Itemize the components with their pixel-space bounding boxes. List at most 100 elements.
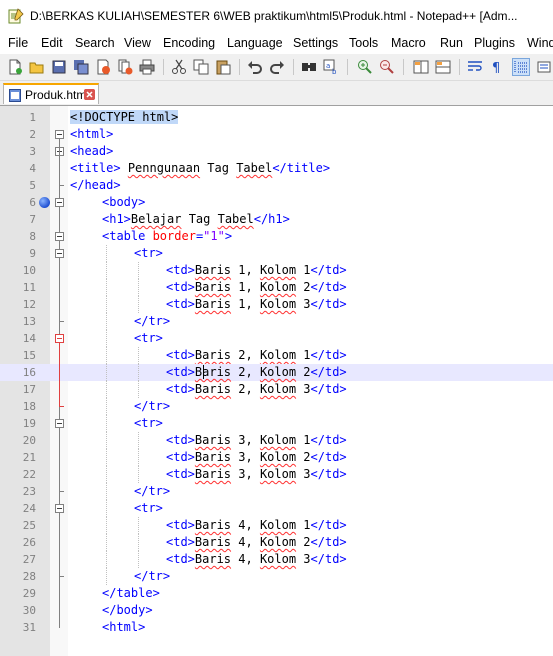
open-file-icon[interactable] <box>28 58 46 76</box>
code-line[interactable]: 20 <td>Baris 3, Kolom 1</td> <box>0 432 553 449</box>
code-line[interactable]: 24 <tr> <box>0 500 553 517</box>
line-number: 29 <box>22 587 36 600</box>
code-line[interactable]: 1 <!DOCTYPE html> <box>0 109 553 126</box>
tab-produk-html[interactable]: Produk.html <box>3 83 99 104</box>
code-line[interactable]: 15 <td>Baris 2, Kolom 1</td> <box>0 347 553 364</box>
code-line[interactable]: 31 <html> <box>0 619 553 636</box>
token-tag: <table <box>102 229 153 243</box>
code-editor[interactable]: 1 <!DOCTYPE html> 2 <html> 3 <head> 4 <title> P… <box>0 105 553 656</box>
menu-view[interactable]: View <box>124 36 151 50</box>
token-tag: </td> <box>310 348 347 362</box>
show-all-chars-icon[interactable]: ¶ <box>488 58 506 76</box>
menu-tools[interactable]: Tools <box>349 36 378 50</box>
code-line[interactable]: 23 </tr> <box>0 483 553 500</box>
code-line[interactable]: 14 <tr> <box>0 330 553 347</box>
new-file-icon[interactable] <box>6 58 24 76</box>
indent-guide <box>138 364 139 381</box>
undo-icon[interactable] <box>246 58 264 76</box>
code-line[interactable]: 2 <html> <box>0 126 553 143</box>
code-line[interactable]: 4 <title> Penngunaan Tag Tabel</title> <box>0 160 553 177</box>
copy-icon[interactable] <box>192 58 210 76</box>
code-line[interactable]: 28 </tr> <box>0 568 553 585</box>
zoom-out-icon[interactable] <box>378 58 396 76</box>
code-line[interactable]: 7 <h1>Belajar Tag Tabel</h1> <box>0 211 553 228</box>
redo-icon[interactable] <box>268 58 286 76</box>
token-tag: <td> <box>166 382 195 396</box>
code-line[interactable]: 9 <tr> <box>0 245 553 262</box>
token-text: Baris <box>194 280 232 294</box>
close-all-icon[interactable] <box>116 58 134 76</box>
menu-encoding[interactable]: Encoding <box>163 36 215 50</box>
paste-icon[interactable] <box>214 58 232 76</box>
fold-toggle-icon[interactable] <box>55 419 64 428</box>
menu-plugins[interactable]: Plugins <box>474 36 515 50</box>
code-line[interactable]: 17 <td>Baris 2, Kolom 3</td> <box>0 381 553 398</box>
zoom-in-icon[interactable] <box>356 58 374 76</box>
save-icon[interactable] <box>50 58 68 76</box>
code-line[interactable]: 19 <tr> <box>0 415 553 432</box>
code-text: <td>Baris 3, Kolom 1</td> <box>166 433 347 447</box>
print-icon[interactable] <box>138 58 156 76</box>
close-icon[interactable] <box>94 58 112 76</box>
line-number: 3 <box>29 145 36 158</box>
line-number: 4 <box>29 162 36 175</box>
token-text: Kolom <box>259 297 297 311</box>
menu-edit[interactable]: Edit <box>41 36 63 50</box>
sync-horizontal-icon[interactable] <box>434 58 452 76</box>
code-line[interactable]: 27 <td>Baris 4, Kolom 3</td> <box>0 551 553 568</box>
code-line[interactable]: 8 <table border="1"> <box>0 228 553 245</box>
fold-toggle-icon[interactable] <box>55 130 64 139</box>
menu-file[interactable]: File <box>8 36 28 50</box>
menu-macro[interactable]: Macro <box>391 36 426 50</box>
fold-toggle-icon[interactable] <box>55 504 64 513</box>
replace-icon[interactable]: ab <box>322 58 340 76</box>
token-tag: <tr> <box>134 501 163 515</box>
cut-icon[interactable] <box>170 58 188 76</box>
line-number: 17 <box>22 383 36 396</box>
code-line[interactable]: 10 <td>Baris 1, Kolom 1</td> <box>0 262 553 279</box>
fold-toggle-icon[interactable] <box>55 232 64 241</box>
menu-window[interactable]: Windo <box>527 36 553 50</box>
indent-guide <box>106 296 107 313</box>
code-line[interactable]: 22 <td>Baris 3, Kolom 3</td> <box>0 466 553 483</box>
token-tag: </td> <box>310 518 347 532</box>
code-line[interactable]: 13 </tr> <box>0 313 553 330</box>
code-text: <tr> <box>134 331 163 345</box>
fold-line <box>59 513 60 577</box>
menu-language[interactable]: Language <box>227 36 283 50</box>
code-line[interactable]: 6 <body> <box>0 194 553 211</box>
bookmark-icon[interactable] <box>39 197 50 208</box>
user-defined-language-icon[interactable] <box>536 58 553 76</box>
token-plain: 4, <box>231 535 260 549</box>
code-line[interactable]: 5 </head> <box>0 177 553 194</box>
code-line[interactable]: 25 <td>Baris 4, Kolom 1</td> <box>0 517 553 534</box>
token-text: Baris <box>194 297 232 311</box>
indent-guide-icon[interactable] <box>512 58 530 76</box>
fold-toggle-icon[interactable] <box>55 198 64 207</box>
token-text: Baris <box>194 348 232 362</box>
fold-toggle-icon[interactable] <box>55 249 64 258</box>
code-line[interactable]: 21 <td>Baris 3, Kolom 2</td> <box>0 449 553 466</box>
code-line[interactable]: 29 </table> <box>0 585 553 602</box>
word-wrap-icon[interactable] <box>466 58 484 76</box>
token-text: Baris <box>194 450 232 464</box>
menu-search[interactable]: Search <box>75 36 115 50</box>
code-line[interactable]: 3 <head> <box>0 143 553 160</box>
code-line[interactable]: 30 </body> <box>0 602 553 619</box>
code-line[interactable]: 26 <td>Baris 4, Kolom 2</td> <box>0 534 553 551</box>
menu-settings[interactable]: Settings <box>293 36 338 50</box>
indent-guide <box>106 381 107 398</box>
code-line[interactable]: 11 <td>Baris 1, Kolom 2</td> <box>0 279 553 296</box>
token-plain: 2 <box>296 450 311 464</box>
sync-vertical-icon[interactable] <box>412 58 430 76</box>
code-line[interactable]: 18 </tr> <box>0 398 553 415</box>
find-icon[interactable] <box>300 58 318 76</box>
save-all-icon[interactable] <box>72 58 90 76</box>
code-line[interactable]: 16 <td>Baris 2, Kolom 2</td> <box>0 364 553 381</box>
close-tab-icon[interactable] <box>84 89 95 100</box>
code-line[interactable]: 12 <td>Baris 1, Kolom 3</td> <box>0 296 553 313</box>
fold-toggle-icon[interactable] <box>55 334 64 343</box>
toolbar-separator <box>403 59 404 75</box>
menu-run[interactable]: Run <box>440 36 463 50</box>
